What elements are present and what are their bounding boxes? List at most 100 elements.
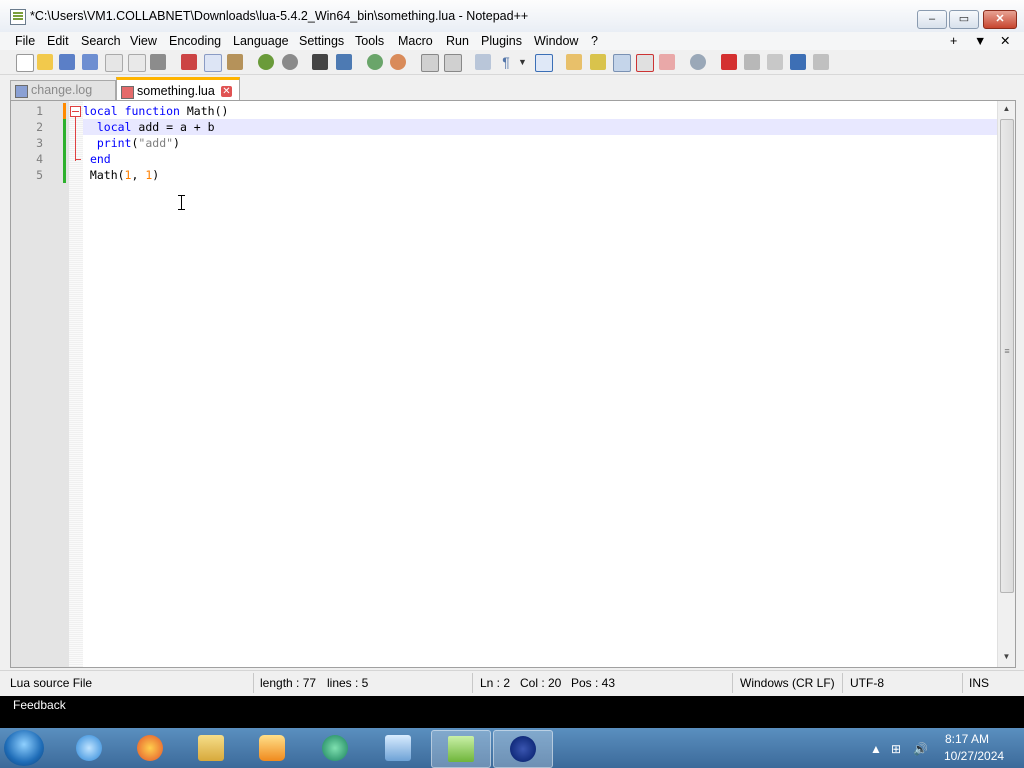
change-history-modified (63, 103, 66, 119)
status-eol[interactable]: Windows (CR LF) (740, 676, 835, 690)
menu-language[interactable]: Language (233, 33, 289, 49)
code-token: local (96, 120, 132, 134)
redo-icon[interactable] (282, 54, 298, 70)
close-window-button[interactable]: ✕ (983, 10, 1017, 29)
eye-icon[interactable] (690, 54, 706, 70)
tab-change-log[interactable]: change.log (10, 80, 116, 101)
control-panel-icon (385, 735, 411, 761)
stop-macro-icon[interactable] (744, 54, 760, 70)
taskbar-explorer[interactable] (182, 730, 240, 766)
status-separator (472, 673, 473, 693)
menu-settings[interactable]: Settings (299, 33, 344, 49)
code-editor[interactable]: 1 2 3 4 5 local function Math() local ad… (10, 100, 1016, 668)
menu-encoding[interactable]: Encoding (169, 33, 221, 49)
save-all-icon[interactable] (82, 54, 98, 70)
feedback-bar: Feedback (0, 696, 1024, 728)
sync-vertical-icon[interactable] (421, 54, 439, 72)
copy-icon[interactable] (204, 54, 222, 72)
menu-macro[interactable]: Macro (398, 33, 433, 49)
sync-horizontal-icon[interactable] (444, 54, 462, 72)
monitoring-icon[interactable] (659, 54, 675, 70)
show-hidden-icons[interactable]: ▲ (870, 742, 882, 756)
status-encoding[interactable]: UTF-8 (850, 676, 884, 690)
volume-icon[interactable]: 🔊 (913, 742, 928, 756)
function-list-icon[interactable] (613, 54, 631, 72)
menu-help[interactable]: ? (591, 33, 598, 49)
menu-view[interactable]: View (130, 33, 157, 49)
tab-list-icon[interactable]: ▼ (974, 33, 986, 49)
menu-edit[interactable]: Edit (47, 33, 69, 49)
close-file-icon[interactable] (105, 54, 123, 72)
code-token: ) (152, 168, 160, 182)
feedback-link[interactable]: Feedback (13, 698, 66, 712)
code-token: Math( (83, 168, 125, 182)
new-tab-icon[interactable]: + (950, 33, 957, 49)
fold-margin[interactable] (69, 101, 83, 667)
undo-icon[interactable] (258, 54, 274, 70)
taskbar-firefox[interactable] (121, 730, 179, 766)
chevron-down-icon[interactable]: ▼ (518, 54, 534, 70)
close-doc-icon[interactable]: ✕ (1000, 33, 1010, 49)
zoom-in-icon[interactable] (367, 54, 383, 70)
title-bar: *C:\Users\VM1.COLLABNET\Downloads\lua-5.… (0, 0, 1024, 33)
play-macro-icon[interactable] (767, 54, 783, 70)
open-file-icon[interactable] (37, 54, 53, 70)
scroll-down-icon[interactable]: ▼ (998, 649, 1015, 665)
line-number-gutter (11, 101, 69, 667)
notepad-app-icon[interactable] (10, 9, 26, 25)
menu-tools[interactable]: Tools (355, 33, 384, 49)
menu-plugins[interactable]: Plugins (481, 33, 522, 49)
record-macro-icon[interactable] (721, 54, 737, 70)
status-lines: lines : 5 (327, 676, 369, 690)
minimize-button[interactable]: – (917, 10, 947, 29)
tab-close-icon[interactable]: ✕ (221, 86, 232, 97)
word-wrap-icon[interactable] (475, 54, 491, 70)
paste-icon[interactable] (227, 54, 243, 70)
taskbar-lua[interactable] (493, 730, 553, 768)
status-ins-mode[interactable]: INS (969, 676, 989, 690)
code-line[interactable]: print("add") (83, 135, 180, 151)
save-macro-icon[interactable] (813, 54, 829, 70)
taskbar-control-panel[interactable] (369, 730, 427, 766)
vertical-scrollbar[interactable]: ▲ ≡ ▼ (997, 101, 1015, 667)
code-token: Math() (179, 104, 229, 118)
show-all-chars-icon[interactable]: ¶ (498, 54, 514, 70)
scroll-thumb[interactable]: ≡ (1000, 119, 1014, 593)
toolbar: ¶ ▼ (0, 50, 1024, 75)
taskbar-notepadpp[interactable] (431, 730, 491, 768)
doc-map-icon[interactable] (590, 54, 606, 70)
menu-file[interactable]: File (15, 33, 35, 49)
save-icon[interactable] (59, 54, 75, 70)
taskbar-media-player[interactable] (243, 730, 301, 766)
menu-search[interactable]: Search (81, 33, 121, 49)
menu-window[interactable]: Window (534, 33, 578, 49)
zoom-out-icon[interactable] (390, 54, 406, 70)
scroll-up-icon[interactable]: ▲ (998, 101, 1015, 117)
print-icon[interactable] (150, 54, 166, 70)
start-button[interactable] (4, 730, 44, 766)
close-all-icon[interactable] (128, 54, 146, 72)
taskbar-app[interactable] (306, 730, 364, 766)
find-icon[interactable] (312, 54, 328, 70)
current-line-highlight (83, 119, 997, 135)
taskbar-ie[interactable] (60, 730, 118, 766)
code-token: ) (173, 136, 180, 150)
code-line[interactable]: end (83, 151, 111, 167)
play-multiple-icon[interactable] (790, 54, 806, 70)
clock-time[interactable]: 8:17 AM (945, 732, 989, 746)
clock-date[interactable]: 10/27/2024 (944, 749, 1004, 763)
fold-toggle-icon[interactable] (70, 106, 81, 117)
maximize-button[interactable]: ▭ (949, 10, 979, 29)
code-line[interactable]: Math(1, 1) (83, 167, 159, 183)
menu-run[interactable]: Run (446, 33, 469, 49)
udl-icon[interactable] (566, 54, 582, 70)
network-icon[interactable]: ⊞ (891, 742, 901, 756)
indent-guide-icon[interactable] (535, 54, 553, 72)
folder-workspace-icon[interactable] (636, 54, 654, 72)
code-line[interactable]: local function Math() (83, 103, 228, 119)
cut-icon[interactable] (181, 54, 197, 70)
code-line[interactable]: local add = a + b (83, 119, 215, 135)
replace-icon[interactable] (336, 54, 352, 70)
new-file-icon[interactable] (16, 54, 34, 72)
